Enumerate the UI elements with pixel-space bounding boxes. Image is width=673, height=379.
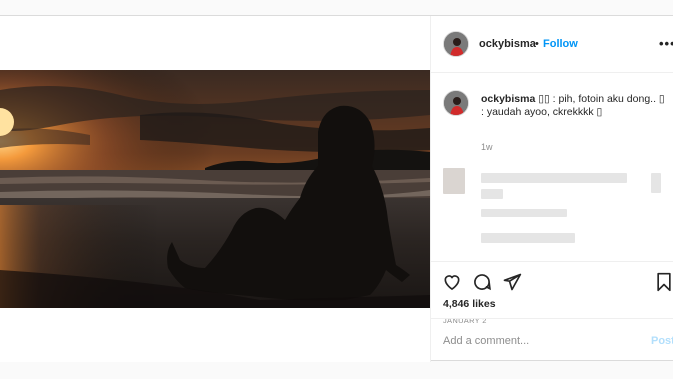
blurred-comment-line [481,173,627,183]
share-icon[interactable] [502,272,522,297]
avatar-image [444,91,468,115]
comment-input[interactable] [443,332,633,350]
bookmark-icon[interactable] [655,272,673,297]
add-comment-bar: Post [431,318,673,362]
post-caption: ockybisma ▯▯ : pih, fotoin aku dong.. ▯ … [481,93,669,119]
post-photo[interactable] [0,70,430,308]
more-options-icon[interactable]: ••• [659,36,673,51]
follow-button[interactable]: Follow [543,38,578,50]
post-sidebar: ockybisma • Follow ••• ockybisma ▯▯ : pi… [430,16,673,362]
blurred-comment-line [481,233,575,243]
blurred-comment-line [481,189,503,199]
blurred-comment-line [481,209,567,217]
post-comment-button[interactable]: Post [651,335,673,347]
beach-sunset-image [0,70,430,308]
likes-count[interactable]: 4,846 likes [443,298,496,310]
caption-avatar[interactable] [443,90,469,116]
heart-icon[interactable] [442,272,462,297]
separator-dot: • [535,38,539,50]
avatar-image [444,32,468,56]
post-actions: 4,846 likes JANUARY 2 [431,261,673,325]
post-media [0,16,430,362]
blurred-avatar [443,168,465,194]
author-avatar[interactable] [443,31,469,57]
post-time: 1w [481,142,493,152]
comments-section: ockybisma ▯▯ : pih, fotoin aku dong.. ▯ … [431,73,673,261]
blurred-like-icon [651,173,661,193]
caption-username[interactable]: ockybisma [481,93,535,105]
instagram-post: ockybisma • Follow ••• ockybisma ▯▯ : pi… [0,15,673,362]
author-username[interactable]: ockybisma [479,38,536,50]
comment-icon[interactable] [472,272,492,297]
post-header: ockybisma • Follow ••• [431,16,673,73]
